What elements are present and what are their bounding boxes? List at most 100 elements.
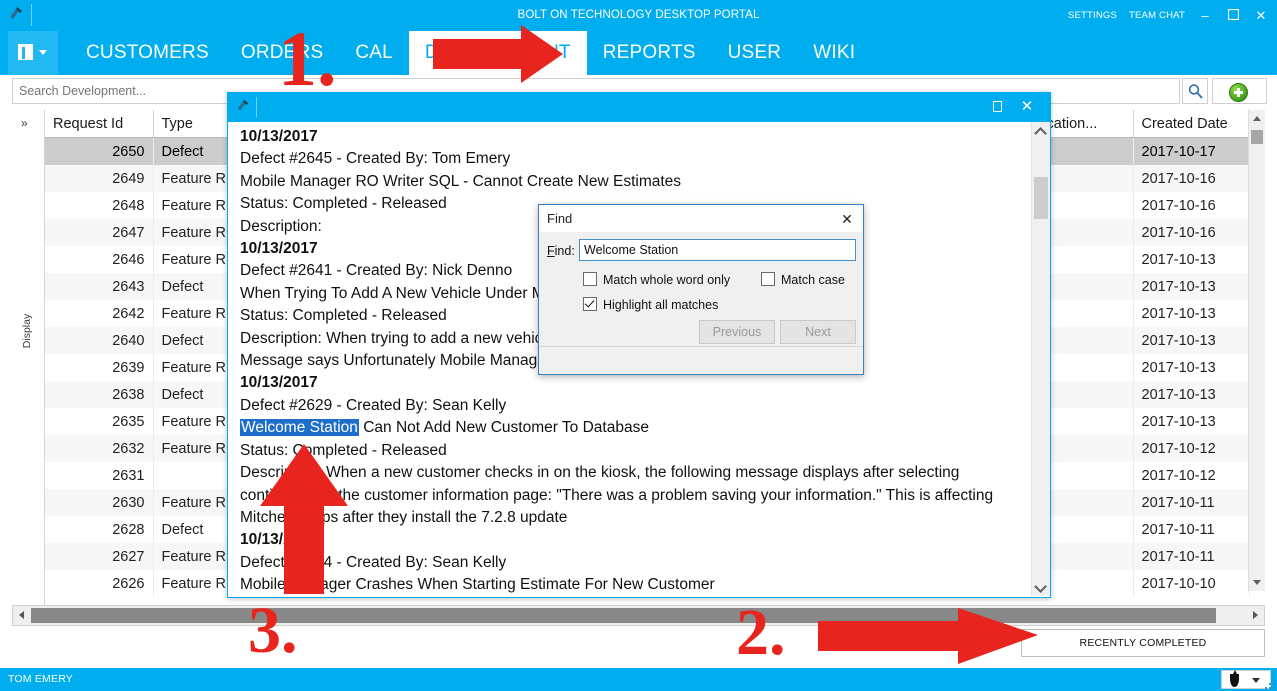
find-dialog-body: Find: Match whole word only Match case H… [539, 232, 863, 347]
find-dialog-close-button[interactable]: ✕ [837, 209, 857, 229]
cell-request-id: 2639 [45, 354, 154, 381]
cell-created-date: 2017-10-12 [1133, 462, 1250, 489]
cell-created-date: 2017-10-16 [1133, 165, 1250, 192]
checkbox-box [761, 272, 775, 286]
scroll-down-icon[interactable] [1249, 574, 1265, 591]
cell-created-date: 2017-10-11 [1133, 489, 1250, 516]
cell-created-date: 2017-10-17 [1133, 137, 1250, 165]
recently-completed-button[interactable]: RECENTLY COMPLETED [1021, 629, 1265, 657]
nav-tab-label: CAL [355, 42, 393, 63]
annotation-step-3: 3. [248, 594, 298, 667]
cell-created-date: 2017-10-12 [1133, 435, 1250, 462]
grid-horizontal-scrollbar[interactable] [12, 605, 1265, 626]
detail-window-titlebar: ✕ [228, 93, 1050, 122]
menu-grid-icon [18, 44, 33, 60]
checkbox-box [583, 272, 597, 286]
highlight-all-label: Highlight all matches [603, 298, 719, 312]
cell-created-date: 2017-10-13 [1133, 381, 1250, 408]
cell-created-date: 2017-10-11 [1133, 516, 1250, 543]
find-input[interactable] [579, 239, 856, 261]
cell-request-id: 2647 [45, 219, 154, 246]
match-case-checkbox[interactable]: Match case [761, 272, 845, 287]
annotation-step-1: 1. [278, 15, 337, 102]
find-input-label: Find: [547, 244, 575, 258]
scroll-up-icon[interactable] [1032, 122, 1050, 140]
nav-tab-label: DEVELOPMENT [424, 42, 571, 63]
cell-request-id: 2649 [45, 165, 154, 192]
maximize-button[interactable] [1225, 0, 1241, 31]
cell-created-date: 2017-10-13 [1133, 354, 1250, 381]
entry-summary-rest: Can Not Add New Customer To Database [358, 419, 649, 437]
find-dialog-titlebar: Find ✕ [539, 205, 863, 232]
detail-close-button[interactable]: ✕ [1018, 95, 1036, 119]
cell-request-id: 2635 [45, 408, 154, 435]
resize-grip-icon[interactable] [1264, 678, 1276, 690]
nav-tabs: CUSTOMERS ORDERS CAL DEVELOPMENT REPORTS… [70, 31, 871, 75]
scroll-thumb[interactable] [1251, 130, 1263, 144]
annotation-step-2: 2. [736, 596, 786, 669]
entry-summary: Mobile Manager Crashes When Starting Est… [240, 576, 715, 594]
scroll-up-icon[interactable] [1249, 110, 1265, 127]
cell-created-date: 2017-10-13 [1133, 408, 1250, 435]
chevron-down-icon [1252, 678, 1260, 683]
column-header-created-date[interactable]: Created Date [1133, 110, 1250, 138]
cell-request-id: 2640 [45, 327, 154, 354]
status-bar-user: TOM EMERY [8, 673, 74, 685]
find-dialog: Find ✕ Find: Match whole word only Match… [538, 204, 864, 375]
entry-defect: Defect #2629 - Created By: Sean Kelly [240, 396, 507, 414]
chevron-down-icon [39, 50, 47, 55]
grid-vertical-scrollbar[interactable] [1248, 110, 1265, 591]
nav-tab-wiki[interactable]: WIKI [797, 31, 871, 75]
cell-request-id: 2638 [45, 381, 154, 408]
settings-link[interactable]: SETTINGS [1068, 10, 1117, 21]
window-titlebar: BOLT ON TECHNOLOGY DESKTOP PORTAL SETTIN… [0, 0, 1277, 31]
entry-defect: Defect #2634 - Created By: Sean Kelly [240, 553, 507, 571]
scroll-thumb[interactable] [1034, 177, 1048, 219]
entry-status: Status: Completed - Released [240, 441, 447, 459]
titlebar-divider [256, 97, 257, 117]
cell-request-id: 2628 [45, 516, 154, 543]
nav-tab-reports[interactable]: REPORTS [587, 31, 712, 75]
detail-restore-button[interactable] [991, 100, 1006, 115]
cell-created-date: 2017-10-13 [1133, 273, 1250, 300]
find-previous-button[interactable]: Previous [699, 320, 775, 344]
scroll-right-icon[interactable] [1247, 606, 1264, 625]
cell-request-id: 2650 [45, 137, 154, 165]
cell-request-id: 2626 [45, 570, 154, 597]
detail-vertical-scrollbar[interactable] [1031, 122, 1050, 596]
find-next-button[interactable]: Next [780, 320, 856, 344]
entry-defect: Defect #2645 - Created By: Tom Emery [240, 150, 511, 168]
cell-request-id: 2631 [45, 462, 154, 489]
hscroll-thumb[interactable] [31, 608, 1216, 623]
add-request-button[interactable] [1212, 78, 1267, 104]
cell-created-date: 2017-10-16 [1133, 219, 1250, 246]
nav-tab-customers[interactable]: CUSTOMERS [70, 31, 225, 75]
highlight-all-matches-checkbox[interactable]: Highlight all matches [583, 297, 718, 312]
nav-tab-development[interactable]: DEVELOPMENT [408, 31, 587, 75]
entry-description: Description: When a new customer checks … [240, 464, 994, 526]
entry-summary: Welcome Station Can Not Add New Customer… [240, 417, 1018, 439]
team-chat-link[interactable]: TEAM CHAT [1129, 10, 1185, 21]
scroll-down-icon[interactable] [1032, 578, 1050, 596]
search-match-highlight: Welcome Station [240, 419, 359, 437]
expand-panel-icon[interactable]: » [21, 116, 28, 130]
main-menu-button[interactable] [8, 31, 58, 75]
search-button[interactable] [1182, 78, 1208, 104]
scroll-left-icon[interactable] [13, 606, 30, 625]
entry-date: 10/13/2017 [240, 128, 318, 145]
droplet-icon [1230, 670, 1239, 687]
display-panel-label[interactable]: Display [21, 301, 33, 361]
nav-tab-calendar[interactable]: CAL [339, 31, 409, 75]
column-header-request-id[interactable]: Request Id [45, 110, 154, 138]
minimize-button[interactable]: – [1197, 0, 1213, 31]
app-logo-icon [233, 97, 253, 117]
cell-created-date: 2017-10-16 [1133, 192, 1250, 219]
status-bar: TOM EMERY [0, 668, 1277, 691]
nav-tab-user[interactable]: USER [712, 31, 798, 75]
close-button[interactable]: ✕ [1253, 0, 1269, 31]
entry-date: 10/13/2017 [240, 374, 318, 392]
cell-created-date: 2017-10-13 [1133, 246, 1250, 273]
nav-tab-label: CUSTOMERS [86, 42, 209, 63]
match-whole-word-checkbox[interactable]: Match whole word only [583, 272, 730, 287]
grid-gutter: » Display [12, 110, 45, 605]
